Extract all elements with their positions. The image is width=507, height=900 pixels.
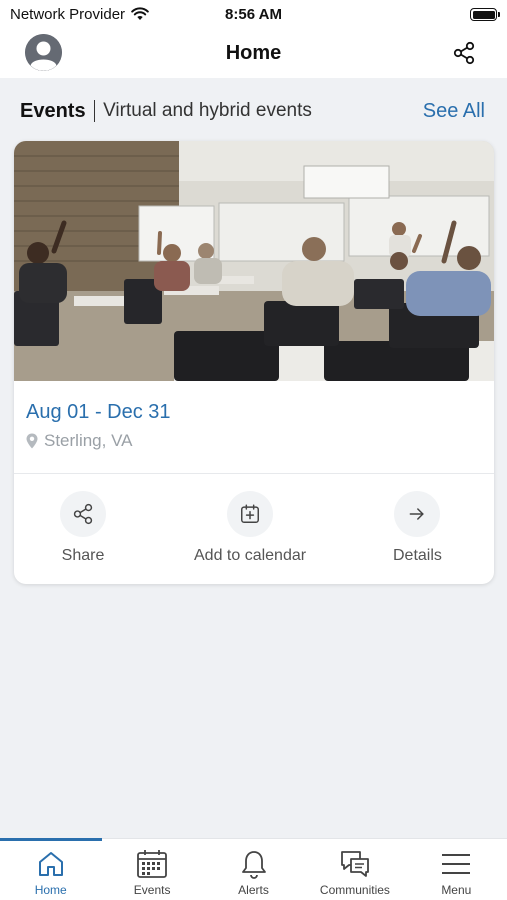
tab-home[interactable]: Home: [0, 839, 101, 900]
section-title: Events: [20, 99, 86, 122]
classroom-photo: [14, 141, 494, 381]
calendar-action-circle: [227, 491, 274, 537]
bottom-tab-bar: Home Events Alerts Communities Menu: [0, 838, 507, 900]
arrow-right-icon: [410, 508, 425, 520]
carrier-label: Network Provider: [10, 5, 126, 23]
details-label: Details: [393, 547, 442, 564]
tab-alerts[interactable]: Alerts: [203, 839, 304, 900]
tab-home-label: Home: [34, 883, 67, 897]
share-action-circle: [60, 491, 106, 537]
tab-events[interactable]: Events: [101, 839, 202, 900]
section-subtitle: Virtual and hybrid events: [103, 100, 312, 121]
event-location-text: Sterling, VA: [44, 431, 133, 450]
wifi-icon: [131, 7, 149, 20]
map-pin-icon: [26, 433, 38, 449]
add-to-calendar-button[interactable]: Add to calendar: [194, 491, 306, 565]
active-tab-indicator: [0, 838, 102, 841]
user-avatar-icon[interactable]: [25, 34, 62, 71]
share-action-label: Share: [61, 547, 105, 564]
calendar-add-icon: [241, 504, 260, 523]
calendar-icon: [137, 850, 168, 878]
event-card[interactable]: Aug 01 - Dec 31 Sterling, VA Share Add t…: [14, 141, 494, 584]
tab-alerts-label: Alerts: [238, 883, 269, 897]
details-button[interactable]: Details: [393, 491, 442, 565]
tab-communities-label: Communities: [319, 883, 390, 897]
event-image: [14, 141, 494, 381]
section-divider: [93, 100, 96, 122]
page-title: Home: [225, 41, 282, 64]
share-action-button[interactable]: Share: [60, 491, 106, 565]
battery-icon: [470, 8, 500, 21]
event-actions: Share Add to calendar Details: [14, 491, 494, 571]
see-all-link[interactable]: See All: [423, 100, 485, 123]
status-bar: Network Provider 8:56 AM: [0, 0, 507, 28]
bell-icon: [241, 851, 266, 879]
home-icon: [38, 852, 63, 876]
avatar-silhouette: [25, 34, 62, 71]
events-section-header: Events Virtual and hybrid events See All: [20, 96, 485, 126]
details-action-circle: [394, 491, 441, 537]
chat-bubbles-icon: [341, 851, 369, 877]
tab-menu-label: Menu: [441, 883, 472, 897]
header-share-button[interactable]: [451, 40, 477, 66]
tab-menu[interactable]: Menu: [406, 839, 507, 900]
event-location: Sterling, VA: [26, 431, 133, 451]
home-screen: Network Provider 8:56 AM Home Events Vir…: [0, 0, 507, 900]
tab-events-label: Events: [133, 883, 171, 897]
tab-communities[interactable]: Communities: [304, 839, 405, 900]
add-to-calendar-label: Add to calendar: [194, 547, 307, 564]
share-icon: [73, 503, 93, 525]
status-left: Network Provider: [10, 6, 210, 23]
event-date-range: Aug 01 - Dec 31: [26, 401, 171, 423]
hamburger-menu-icon: [442, 854, 471, 874]
card-divider: [14, 473, 494, 474]
nav-header: Home: [0, 28, 507, 78]
share-icon: [453, 41, 475, 65]
